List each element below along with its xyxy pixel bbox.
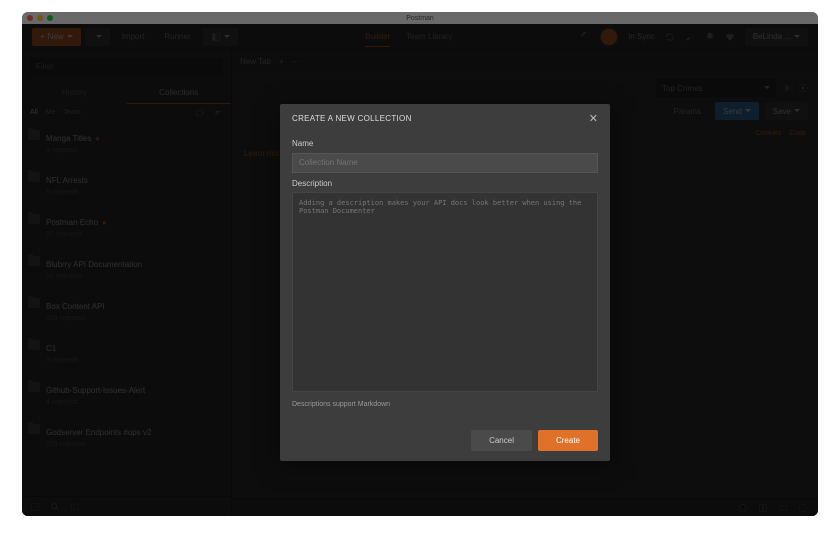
close-icon[interactable]: ✕ [589,112,598,125]
cancel-button[interactable]: Cancel [471,430,532,451]
create-collection-modal: CREATE A NEW COLLECTION ✕ Name Descripti… [280,104,610,461]
name-label: Name [292,139,598,148]
collection-description-input[interactable] [292,192,598,392]
app-window: Postman + New Import Runner Builder Team… [22,12,818,516]
markdown-hint: Descriptions support Markdown [292,401,598,408]
collection-name-input[interactable] [292,153,598,173]
description-label: Description [292,179,598,188]
create-button[interactable]: Create [538,430,598,451]
modal-title: CREATE A NEW COLLECTION [292,114,412,123]
